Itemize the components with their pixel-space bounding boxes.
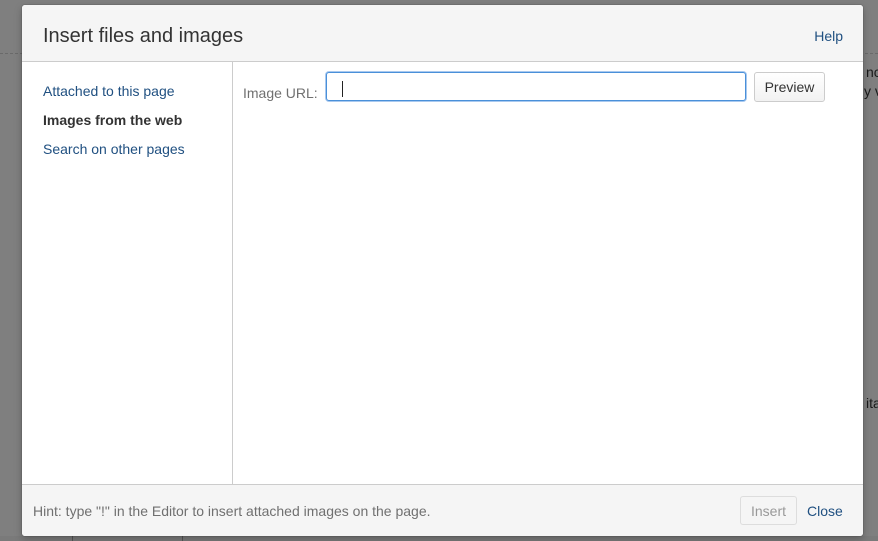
image-url-input[interactable] <box>326 72 746 101</box>
help-link[interactable]: Help <box>814 27 843 45</box>
image-url-label: Image URL: <box>243 85 318 101</box>
sidebar-item-web-images[interactable]: Images from the web <box>43 111 182 129</box>
sidebar-item-search-pages[interactable]: Search on other pages <box>43 140 185 158</box>
dialog-footer: Hint: type "!" in the Editor to insert a… <box>22 484 863 536</box>
background-divider <box>182 536 183 541</box>
background-text-fragment: ita <box>866 395 878 411</box>
background-text-fragment: nc <box>866 64 878 80</box>
dialog-sidebar: Attached to this page Images from the we… <box>22 62 233 484</box>
dialog-title: Insert files and images <box>43 25 244 47</box>
close-link[interactable]: Close <box>807 502 843 520</box>
background-bottom-strip <box>0 536 878 541</box>
dialog-content: Image URL: Preview <box>233 62 863 484</box>
background-text-fragment: y v <box>864 83 878 99</box>
insert-button[interactable]: Insert <box>740 496 797 525</box>
hint-text: Hint: type "!" in the Editor to insert a… <box>33 503 431 519</box>
text-cursor <box>342 81 343 97</box>
preview-button[interactable]: Preview <box>754 72 825 102</box>
dialog-header: Insert files and images Help <box>22 5 863 62</box>
background-divider <box>72 536 73 541</box>
sidebar-item-attached[interactable]: Attached to this page <box>43 82 175 100</box>
insert-image-dialog: Insert files and images Help Attached to… <box>22 5 863 536</box>
